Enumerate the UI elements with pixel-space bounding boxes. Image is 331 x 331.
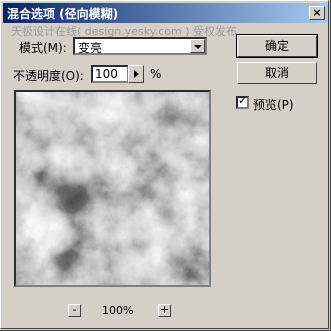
close-button[interactable]: × (309, 6, 325, 20)
triangle-right-icon[interactable] (128, 65, 144, 83)
cancel-button[interactable]: 取消 (237, 62, 317, 84)
opacity-input[interactable]: 100 (91, 65, 129, 83)
zoom-in-button[interactable]: + (158, 304, 171, 317)
mode-label: 模式(M): (19, 41, 67, 55)
zoom-level: 100% (102, 304, 134, 317)
mode-value: 变亮 (78, 41, 103, 55)
preview-label: 预览(P) (253, 98, 294, 112)
opacity-label: 不透明度(O): (13, 69, 84, 83)
mode-select[interactable]: 变亮 (73, 37, 207, 55)
preview-checkbox[interactable] (236, 94, 249, 109)
ok-button[interactable]: 确定 (236, 34, 318, 58)
preview-texture (16, 92, 209, 285)
window-title: 混合选项 (径向模糊) (7, 7, 119, 21)
preview-image[interactable] (14, 90, 211, 287)
close-icon: × (312, 6, 322, 19)
dialog-window: 混合选项 (径向模糊) × 天极设计在线( design.yesky.com )… (0, 0, 329, 329)
title-bar[interactable]: 混合选项 (径向模糊) × (3, 3, 328, 23)
chevron-down-icon[interactable] (190, 39, 205, 53)
opacity-unit: % (150, 67, 162, 81)
zoom-out-button[interactable]: - (68, 304, 81, 317)
